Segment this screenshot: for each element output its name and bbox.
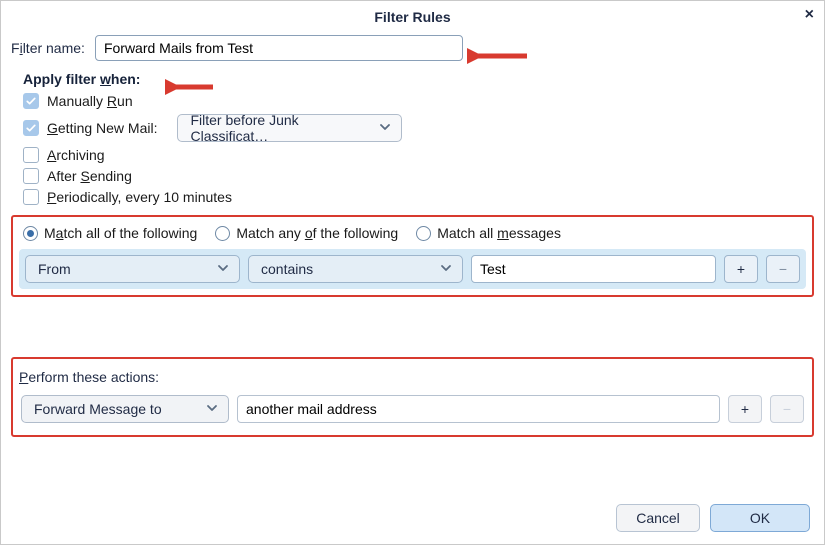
- apply-filter-when-label: Apply filter when:: [23, 71, 814, 87]
- match-any-option[interactable]: Match any of the following: [215, 225, 398, 241]
- after-sending-checkbox[interactable]: [23, 168, 39, 184]
- chevron-down-icon: [217, 261, 229, 277]
- periodically-row: Periodically, every 10 minutes: [23, 189, 814, 205]
- radio-icon: [215, 226, 230, 241]
- condition-field-select[interactable]: From: [25, 255, 240, 283]
- manually-run-row: Manually Run: [23, 93, 814, 109]
- manually-run-label: Manually Run: [47, 93, 133, 109]
- condition-operator-select[interactable]: contains: [248, 255, 463, 283]
- condition-value-input[interactable]: [471, 255, 716, 283]
- dialog-body: Filter name: Apply filter when: Manually…: [1, 35, 824, 437]
- select-label: contains: [261, 261, 313, 277]
- match-all-messages-option[interactable]: Match all messages: [416, 225, 561, 241]
- match-mode-row: Match all of the following Match any of …: [19, 223, 806, 249]
- cancel-button[interactable]: Cancel: [616, 504, 700, 532]
- perform-actions-label: Perform these actions:: [19, 369, 806, 385]
- archiving-row: Archiving: [23, 147, 814, 163]
- remove-condition-button[interactable]: −: [766, 255, 800, 283]
- getting-new-mail-label: Getting New Mail:: [47, 120, 157, 136]
- select-label: Filter before Junk Classificat…: [190, 112, 369, 144]
- match-all-option[interactable]: Match all of the following: [23, 225, 197, 241]
- getting-new-mail-row: Getting New Mail: Filter before Junk Cla…: [23, 114, 814, 142]
- dialog-title: Filter Rules: [374, 9, 450, 25]
- select-label: Forward Message to: [34, 401, 162, 417]
- filter-rules-dialog: Filter Rules × Filter name: Apply filter…: [0, 0, 825, 545]
- add-condition-button[interactable]: +: [724, 255, 758, 283]
- action-type-select[interactable]: Forward Message to: [21, 395, 229, 423]
- getting-new-mail-checkbox[interactable]: [23, 120, 39, 136]
- check-icon: [25, 122, 37, 134]
- archiving-label: Archiving: [47, 147, 105, 163]
- action-value-input[interactable]: [237, 395, 720, 423]
- junk-classification-select[interactable]: Filter before Junk Classificat…: [177, 114, 402, 142]
- manually-run-checkbox[interactable]: [23, 93, 39, 109]
- add-action-button[interactable]: +: [728, 395, 762, 423]
- chevron-down-icon: [206, 401, 218, 417]
- radio-icon: [23, 226, 38, 241]
- periodically-checkbox[interactable]: [23, 189, 39, 205]
- archiving-checkbox[interactable]: [23, 147, 39, 163]
- condition-row: From contains + −: [19, 249, 806, 289]
- chevron-down-icon: [440, 261, 452, 277]
- filter-name-row: Filter name:: [11, 35, 814, 61]
- after-sending-row: After Sending: [23, 168, 814, 184]
- filter-name-label: Filter name:: [11, 40, 85, 56]
- radio-icon: [416, 226, 431, 241]
- ok-button[interactable]: OK: [710, 504, 810, 532]
- check-icon: [25, 95, 37, 107]
- actions-section: Perform these actions: Forward Message t…: [11, 357, 814, 437]
- action-row: Forward Message to + −: [19, 393, 806, 425]
- conditions-section: Match all of the following Match any of …: [11, 215, 814, 297]
- dialog-titlebar: Filter Rules ×: [1, 1, 824, 35]
- close-icon[interactable]: ×: [805, 7, 814, 23]
- filter-name-input[interactable]: [95, 35, 463, 61]
- dialog-footer: Cancel OK: [616, 504, 810, 532]
- after-sending-label: After Sending: [47, 168, 132, 184]
- select-label: From: [38, 261, 71, 277]
- chevron-down-icon: [379, 120, 391, 136]
- remove-action-button[interactable]: −: [770, 395, 804, 423]
- periodically-label: Periodically, every 10 minutes: [47, 189, 232, 205]
